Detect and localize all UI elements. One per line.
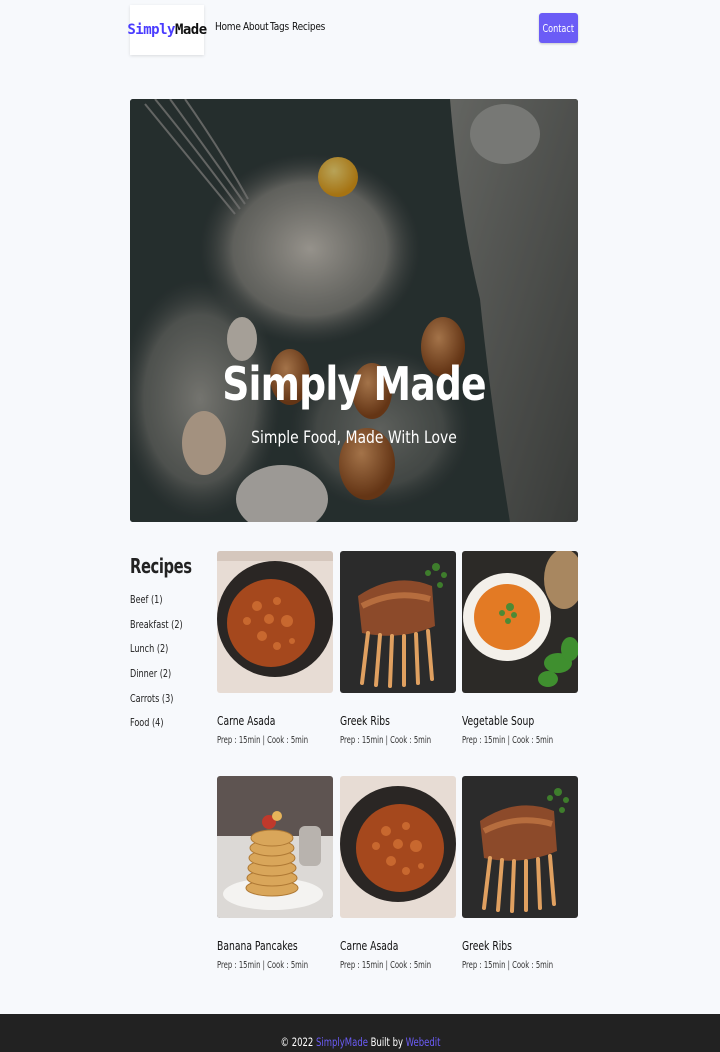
hero-banner: Simply Made Simple Food, Made With Love [130, 99, 578, 522]
recipe-image [217, 551, 333, 693]
nav-link-about[interactable]: About [243, 20, 269, 33]
recipe-card-carne-asada[interactable]: Carne Asada Prep : 15min | Cook : 5min [217, 551, 333, 746]
footer-built-by: Built by [370, 1035, 403, 1049]
recipe-meta: Prep : 15min | Cook : 5min [462, 735, 554, 746]
recipe-name: Carne Asada [217, 713, 276, 728]
hero-overlay [130, 99, 578, 522]
recipe-card-vegetable-soup[interactable]: Vegetable Soup Prep : 15min | Cook : 5mi… [462, 551, 578, 746]
tag-item-lunch[interactable]: Lunch (2) [130, 641, 183, 666]
sidebar-title: Recipes [130, 554, 192, 578]
recipe-name: Greek Ribs [462, 938, 512, 953]
tag-item-carrots[interactable]: Carrots (3) [130, 691, 183, 716]
recipe-card-greek-ribs[interactable]: Greek Ribs Prep : 15min | Cook : 5min [462, 776, 578, 971]
recipe-image [340, 776, 456, 918]
tag-item-food[interactable]: Food (4) [130, 715, 183, 740]
recipe-image [340, 551, 456, 693]
recipe-image [462, 551, 578, 693]
recipe-card-carne-asada[interactable]: Carne Asada Prep : 15min | Cook : 5min [340, 776, 456, 971]
nav-link-home[interactable]: Home [215, 20, 241, 33]
recipe-meta: Prep : 15min | Cook : 5min [217, 735, 309, 746]
tag-item-breakfast[interactable]: Breakfast (2) [130, 617, 183, 642]
contact-button-label: Contact [542, 21, 575, 35]
recipe-meta: Prep : 15min | Cook : 5min [340, 735, 432, 746]
footer-built-link[interactable]: Webedit [405, 1035, 440, 1049]
recipe-name: Vegetable Soup [462, 713, 535, 728]
tag-list: Beef (1) Breakfast (2) Lunch (2) Dinner … [130, 592, 194, 740]
contact-button[interactable]: Contact [539, 13, 578, 43]
recipe-card-banana-pancakes[interactable]: Banana Pancakes Prep : 15min | Cook : 5m… [217, 776, 333, 971]
footer-brand: SimplyMade [315, 1035, 368, 1049]
recipe-name: Carne Asada [340, 938, 399, 953]
recipe-meta: Prep : 15min | Cook : 5min [217, 960, 309, 971]
tag-link[interactable]: Carrots (3) [130, 692, 173, 705]
top-navbar: Simply Made Home About Tags Recipes Conta… [127, 5, 578, 55]
nav-link-recipes[interactable]: Recipes [292, 20, 325, 33]
recipe-meta: Prep : 15min | Cook : 5min [340, 960, 432, 971]
footer: © 2022 SimplyMade Built by Webedit [0, 1014, 720, 1052]
recipe-meta: Prep : 15min | Cook : 5min [462, 960, 554, 971]
tag-link[interactable]: Dinner (2) [130, 667, 171, 680]
tag-link[interactable]: Lunch (2) [130, 642, 168, 655]
hero-subtitle: Simple Food, Made With Love [251, 428, 457, 448]
tag-item-beef[interactable]: Beef (1) [130, 592, 183, 617]
site-logo[interactable]: Simply Made [127, 5, 207, 55]
hero-title: Simply Made [222, 357, 486, 411]
logo-text-simply: Simply [127, 22, 175, 38]
footer-copyright: © 2022 [280, 1035, 313, 1049]
recipe-name: Banana Pancakes [217, 938, 298, 953]
recipe-name: Greek Ribs [340, 713, 390, 728]
tag-item-dinner[interactable]: Dinner (2) [130, 666, 183, 691]
tag-link[interactable]: Breakfast (2) [130, 618, 183, 631]
nav-link-tags[interactable]: Tags [270, 20, 289, 33]
tag-link[interactable]: Beef (1) [130, 593, 162, 606]
recipe-image [462, 776, 578, 918]
nav-links: Home About Tags Recipes [215, 20, 325, 33]
logo-text-made: Made [174, 22, 207, 38]
recipe-image [217, 776, 333, 918]
tag-link[interactable]: Food (4) [130, 716, 164, 729]
recipe-card-greek-ribs[interactable]: Greek Ribs Prep : 15min | Cook : 5min [340, 551, 456, 746]
footer-text: © 2022 SimplyMade Built by Webedit [280, 1035, 440, 1049]
